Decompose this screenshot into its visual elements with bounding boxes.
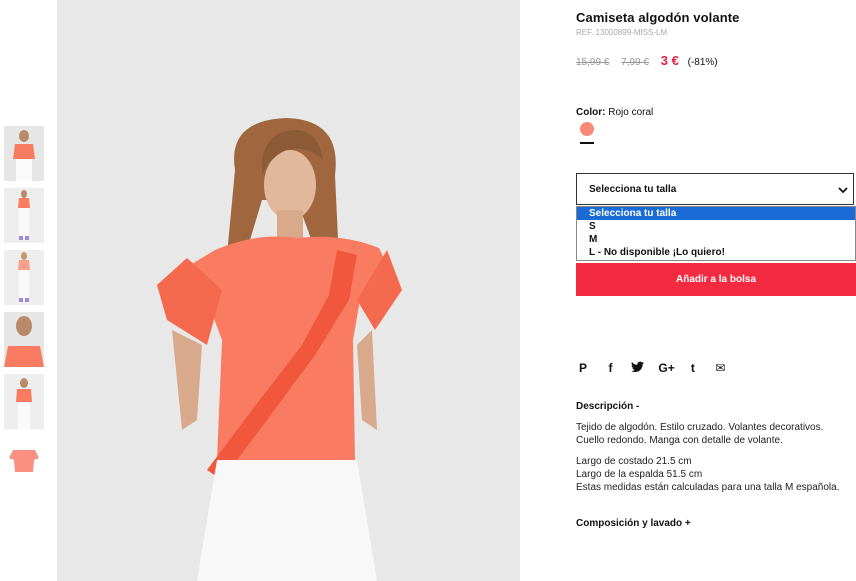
color-label: Color: Rojo coral — [576, 107, 653, 118]
googleplus-icon[interactable]: G+ — [658, 361, 674, 375]
discount-label: (-81%) — [687, 57, 718, 68]
description-line: Tejido de algodón. Estilo cruzado. Volan… — [576, 422, 824, 433]
tumblr-icon[interactable]: t — [686, 361, 700, 375]
size-option-m[interactable]: M — [577, 233, 855, 246]
size-dropdown-list: Selecciona tu talla S M L - No disponibl… — [576, 206, 856, 261]
facebook-icon[interactable]: f — [603, 361, 617, 375]
swatch-selected-indicator — [580, 142, 594, 144]
description-measure: Largo de la espalda 51.5 cm — [576, 469, 703, 480]
price-original: 15,99 € — [576, 57, 610, 68]
product-reference: REF. 13000899-MISS-LM — [576, 28, 668, 37]
pinterest-icon[interactable]: P — [576, 361, 590, 375]
chevron-down-icon — [837, 183, 849, 201]
thumbnail-4[interactable] — [4, 312, 44, 367]
twitter-icon[interactable] — [631, 361, 645, 375]
description-measure: Estas medidas están calculadas para una … — [576, 482, 840, 493]
thumbnail-3[interactable] — [4, 250, 44, 305]
color-swatch-rojo-coral[interactable] — [580, 122, 594, 136]
composition-heading[interactable]: Composición y lavado + — [576, 518, 691, 529]
email-icon[interactable]: ✉ — [713, 361, 727, 375]
product-title: Camiseta algodón volante — [576, 10, 740, 25]
color-value: Rojo coral — [608, 107, 654, 118]
description-measure: Largo de costado 21.5 cm — [576, 456, 692, 467]
price-previous: 7,99 € — [621, 57, 649, 68]
color-label-key: Color: — [576, 107, 606, 118]
thumbnail-5[interactable] — [4, 374, 44, 429]
size-select-value: Selecciona tu talla — [589, 184, 677, 195]
thumbnail-1[interactable] — [4, 126, 44, 181]
description-heading[interactable]: Descripción - — [576, 401, 639, 412]
price-block: 15,99 € 7,99 € 3 € (-81%) — [576, 53, 718, 68]
size-option-s[interactable]: S — [577, 220, 855, 233]
size-option-placeholder[interactable]: Selecciona tu talla — [577, 207, 855, 220]
product-main-image — [57, 0, 520, 581]
size-select[interactable]: Selecciona tu talla — [576, 173, 854, 205]
size-option-l[interactable]: L - No disponible ¡Lo quiero! — [577, 246, 855, 259]
add-to-bag-button[interactable]: Añadir a la bolsa — [576, 263, 856, 296]
price-current: 3 € — [660, 53, 679, 68]
description-line: Cuello redondo. Manga con detalle de vol… — [576, 435, 783, 446]
thumbnail-2[interactable] — [4, 188, 44, 243]
thumbnail-6[interactable] — [4, 436, 44, 491]
social-share-bar: P f G+ t ✉ — [576, 359, 736, 375]
